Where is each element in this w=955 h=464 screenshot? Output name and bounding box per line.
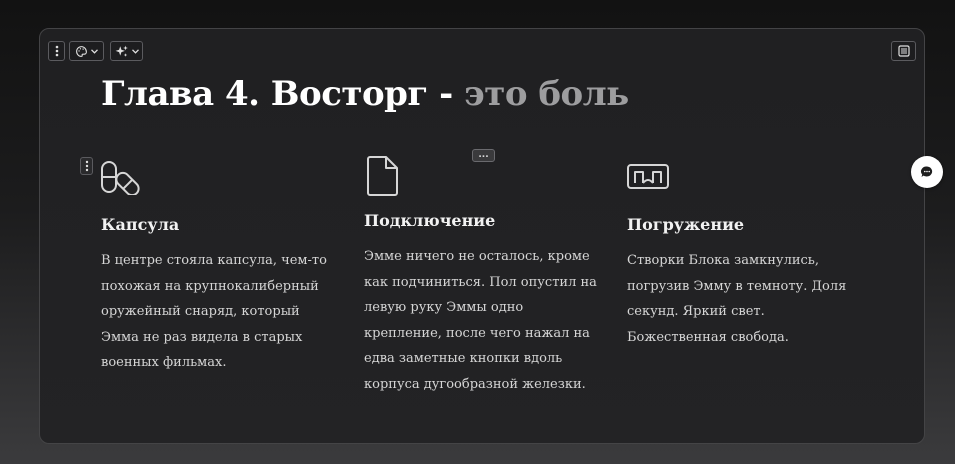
page-title-accent: это боль [464,74,629,114]
palette-icon [76,45,87,57]
column-text[interactable]: Эмме ничего не осталось, кроме как подчи… [364,244,604,397]
page-title-main: Глава 4. Восторг - [101,74,465,114]
column-heading[interactable]: Капсула [101,215,341,234]
block-drag-handle[interactable] [80,157,93,175]
sparkle-icon [115,45,128,57]
chevron-down-icon [91,48,98,54]
kebab-icon [85,160,88,172]
feature-column-capsule: Капсула В центре стояла капсула, чем-то … [101,159,341,376]
column-heading[interactable]: Подключение [364,211,604,230]
file-icon [367,156,398,196]
chevron-down-icon [131,48,139,54]
feature-column-connection: Подключение Эмме ничего не осталось, кро… [364,156,604,397]
layout-button[interactable] [891,41,916,61]
vr-headset-icon [627,164,669,189]
pills-icon [101,161,140,195]
column-heading[interactable]: Погружение [627,215,867,234]
editor-card: Глава 4. Восторг - это боль ... Капсула … [39,28,925,444]
ai-button[interactable] [110,41,143,61]
page-layout-icon [897,45,910,57]
comment-icon [920,166,933,177]
column-text[interactable]: В центре стояла капсула, чем-то похожая … [101,248,341,376]
comment-button[interactable] [911,156,943,188]
feature-column-immersion: Погружение Створки Блока замкнулись, пог… [627,159,867,350]
style-button[interactable] [69,41,104,61]
card-menu-button[interactable] [48,41,65,61]
page-title[interactable]: Глава 4. Восторг - это боль [101,77,629,111]
column-text[interactable]: Створки Блока замкнулись, погрузив Эмму … [627,248,867,350]
kebab-icon [55,45,58,57]
